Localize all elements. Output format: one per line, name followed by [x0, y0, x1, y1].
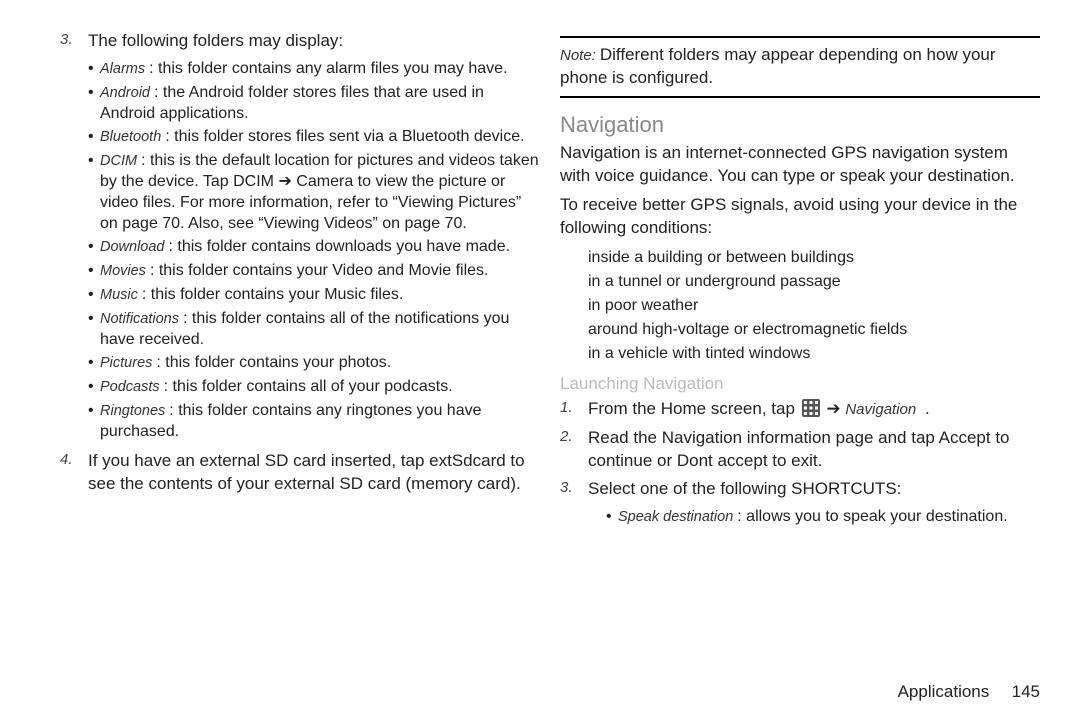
note-block: Note:Different folders may appear depend…: [560, 36, 1040, 98]
folder-term: Movies: [100, 263, 150, 279]
bullet-icon: •: [88, 353, 100, 374]
folder-term: Download: [100, 239, 169, 255]
list-body: Read the Navigation information page and…: [588, 427, 1040, 473]
left-column: 3. The following folders may display: • …: [60, 30, 550, 690]
step-text-pre: From the Home screen, tap: [588, 399, 800, 418]
folder-term: Notifications: [100, 311, 183, 327]
page-footer: Applications 145: [898, 682, 1040, 702]
folder-item: • Music: this folder contains your Music…: [88, 285, 540, 306]
note-label: Note:: [560, 47, 600, 64]
list-item-4: 4. If you have an external SD card inser…: [60, 450, 540, 496]
folder-desc: : this folder contains your Music files.: [142, 286, 403, 303]
folder-term: Bluetooth: [100, 129, 165, 145]
section-heading-navigation: Navigation: [560, 112, 1040, 138]
condition-item: in a tunnel or underground passage: [588, 270, 1040, 294]
condition-item: around high-voltage or electromagnetic f…: [588, 318, 1040, 342]
folder-desc: : this folder contains your photos.: [156, 354, 391, 371]
footer-section: Applications: [898, 682, 990, 701]
step-3: 3. Select one of the following SHORTCUTS…: [560, 478, 1040, 501]
folder-desc: : this folder contains downloads you hav…: [169, 238, 511, 255]
conditions-list: inside a building or between buildings i…: [588, 246, 1040, 366]
bullet-icon: •: [88, 151, 100, 234]
folder-item: • DCIM: this is the default location for…: [88, 151, 540, 234]
list-number: 4.: [60, 450, 88, 496]
step-1: 1. From the Home screen, tap ➔ Navigatio…: [560, 398, 1040, 421]
shortcut-desc: : allows you to speak your destination.: [737, 508, 1007, 525]
folder-desc: : this folder stores files sent via a Bl…: [165, 128, 524, 145]
folder-desc: : the Android folder stores files that a…: [100, 84, 484, 122]
condition-item: inside a building or between buildings: [588, 246, 1040, 270]
right-column: Note:Different folders may appear depend…: [550, 30, 1040, 690]
bullet-icon: •: [88, 59, 100, 80]
list-number: 1.: [560, 398, 588, 421]
apps-grid-icon: [802, 399, 820, 417]
bullet-icon: •: [88, 401, 100, 443]
list-number: 3.: [60, 30, 88, 53]
folder-item: • Notifications: this folder contains al…: [88, 309, 540, 351]
list-body: Select one of the following SHORTCUTS:: [588, 478, 1040, 501]
folder-desc: : this folder contains all of your podca…: [164, 378, 453, 395]
footer-page-number: 145: [994, 682, 1040, 702]
subsection-heading-launch: Launching Navigation: [560, 374, 1040, 394]
list-item-3: 3. The following folders may display:: [60, 30, 540, 53]
bullet-icon: •: [88, 377, 100, 398]
list-body: If you have an external SD card inserted…: [88, 450, 540, 496]
folder-item: • Podcasts: this folder contains all of …: [88, 377, 540, 398]
bullet-icon: •: [606, 507, 618, 528]
folder-item: • Alarms: this folder contains any alarm…: [88, 59, 540, 80]
bullet-icon: •: [88, 83, 100, 125]
folder-item: • Download: this folder contains downloa…: [88, 237, 540, 258]
note-text: Different folders may appear depending o…: [560, 45, 996, 87]
bullet-icon: •: [88, 261, 100, 282]
folder-item: • Android: the Android folder stores fil…: [88, 83, 540, 125]
list-number: 2.: [560, 427, 588, 473]
folder-desc: : this folder contains your Video and Mo…: [150, 262, 489, 279]
condition-item: in a vehicle with tinted windows: [588, 342, 1040, 366]
folder-desc: : this is the default location for pictu…: [100, 152, 539, 231]
list-number: 3.: [560, 478, 588, 501]
folder-item: • Bluetooth: this folder stores files se…: [88, 127, 540, 148]
folder-term: Pictures: [100, 355, 156, 371]
nav-paragraph-1: Navigation is an internet-connected GPS …: [560, 142, 1040, 188]
period: .: [925, 399, 930, 418]
folder-term: DCIM: [100, 153, 141, 169]
list-body: The following folders may display:: [88, 30, 540, 53]
folder-item: • Pictures: this folder contains your ph…: [88, 353, 540, 374]
bullet-icon: •: [88, 127, 100, 148]
folder-term: Alarms: [100, 61, 149, 77]
shortcut-item: • Speak destination: allows you to speak…: [606, 507, 1040, 528]
folder-term: Ringtones: [100, 403, 169, 419]
folder-term: Podcasts: [100, 379, 164, 395]
folder-term: Android: [100, 85, 154, 101]
list-body: From the Home screen, tap ➔ Navigation .: [588, 398, 1040, 421]
shortcut-term: Speak destination: [618, 509, 737, 525]
bullet-icon: •: [88, 309, 100, 351]
folder-term: Music: [100, 287, 142, 303]
bullet-icon: •: [88, 237, 100, 258]
folder-item: • Movies: this folder contains your Vide…: [88, 261, 540, 282]
condition-item: in poor weather: [588, 294, 1040, 318]
arrow-text: ➔: [826, 399, 845, 418]
bullet-icon: •: [88, 285, 100, 306]
folder-item: • Ringtones: this folder contains any ri…: [88, 401, 540, 443]
nav-paragraph-2: To receive better GPS signals, avoid usi…: [560, 194, 1040, 240]
page: 3. The following folders may display: • …: [0, 0, 1080, 720]
step-2: 2. Read the Navigation information page …: [560, 427, 1040, 473]
app-name: Navigation: [845, 401, 920, 418]
folder-desc: : this folder contains any alarm files y…: [149, 60, 507, 77]
